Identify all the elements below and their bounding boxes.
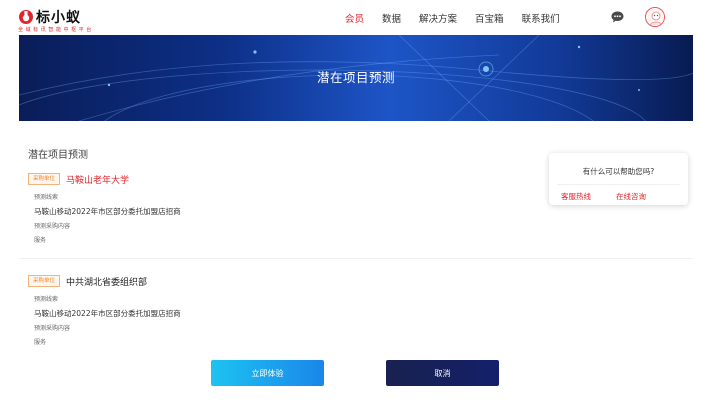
banner-title: 潜在项目预测 (316, 70, 395, 85)
clue-label: 预测线索 (34, 194, 59, 201)
nav-item-contact[interactable]: 联系我们 (522, 11, 560, 25)
logo-tagline: 全 域 标 讯 智 能 中 枢 平 台 (18, 27, 92, 33)
top-header: 标小蚁 全 域 标 讯 智 能 中 枢 平 台 会员 数据 解决方案 百宝箱 联… (0, 0, 710, 35)
content-label: 预测采购内容 (34, 223, 71, 230)
purchaser-badge: 采购单位 (28, 275, 61, 287)
section-title: 潜在项目预测 (28, 150, 88, 161)
clue-value: 马鞍山移动2022年市区部分委托加盟店招商 (34, 207, 181, 216)
purchaser-name-link[interactable]: 马鞍山老年大学 (66, 173, 129, 186)
hero-banner: 潜在项目预测 (19, 35, 693, 121)
help-question: 有什么可以帮助您吗? (582, 167, 655, 176)
clue-label: 预测线索 (34, 296, 59, 303)
try-now-button[interactable]: 立即体验 (211, 360, 324, 386)
logo-mark-icon (19, 10, 33, 24)
help-card: 有什么可以帮助您吗? 客服热线 在线咨询 (549, 153, 688, 205)
nav-item-data[interactable]: 数据 (382, 11, 401, 25)
main-nav: 会员 数据 解决方案 百宝箱 联系我们 (345, 0, 578, 35)
online-consult-link[interactable]: 在线咨询 (616, 191, 646, 202)
user-avatar[interactable] (645, 7, 665, 27)
record-header: 采购单位 中共湖北省委组织部 (28, 274, 147, 288)
content-value: 服务 (34, 237, 47, 244)
nav-item-solutions[interactable]: 解决方案 (419, 11, 457, 25)
chat-icon[interactable] (611, 11, 624, 23)
content-value: 服务 (34, 339, 47, 346)
nav-item-toolbox[interactable]: 百宝箱 (475, 11, 504, 25)
logo-text: 标小蚁 (36, 10, 81, 26)
avatar-face-icon (647, 9, 664, 26)
clue-value: 马鞍山移动2022年市区部分委托加盟店招商 (34, 309, 181, 318)
help-divider (557, 184, 680, 185)
content-label: 预测采购内容 (34, 325, 71, 332)
nav-item-membership[interactable]: 会员 (345, 11, 364, 25)
hotline-link[interactable]: 客服热线 (561, 191, 591, 202)
record-divider (19, 258, 693, 259)
purchaser-name[interactable]: 中共湖北省委组织部 (66, 275, 147, 288)
purchaser-badge: 采购单位 (28, 173, 61, 185)
logo[interactable]: 标小蚁 全 域 标 讯 智 能 中 枢 平 台 (18, 7, 91, 33)
cancel-button[interactable]: 取消 (386, 360, 499, 386)
record-header: 采购单位 马鞍山老年大学 (28, 172, 129, 186)
